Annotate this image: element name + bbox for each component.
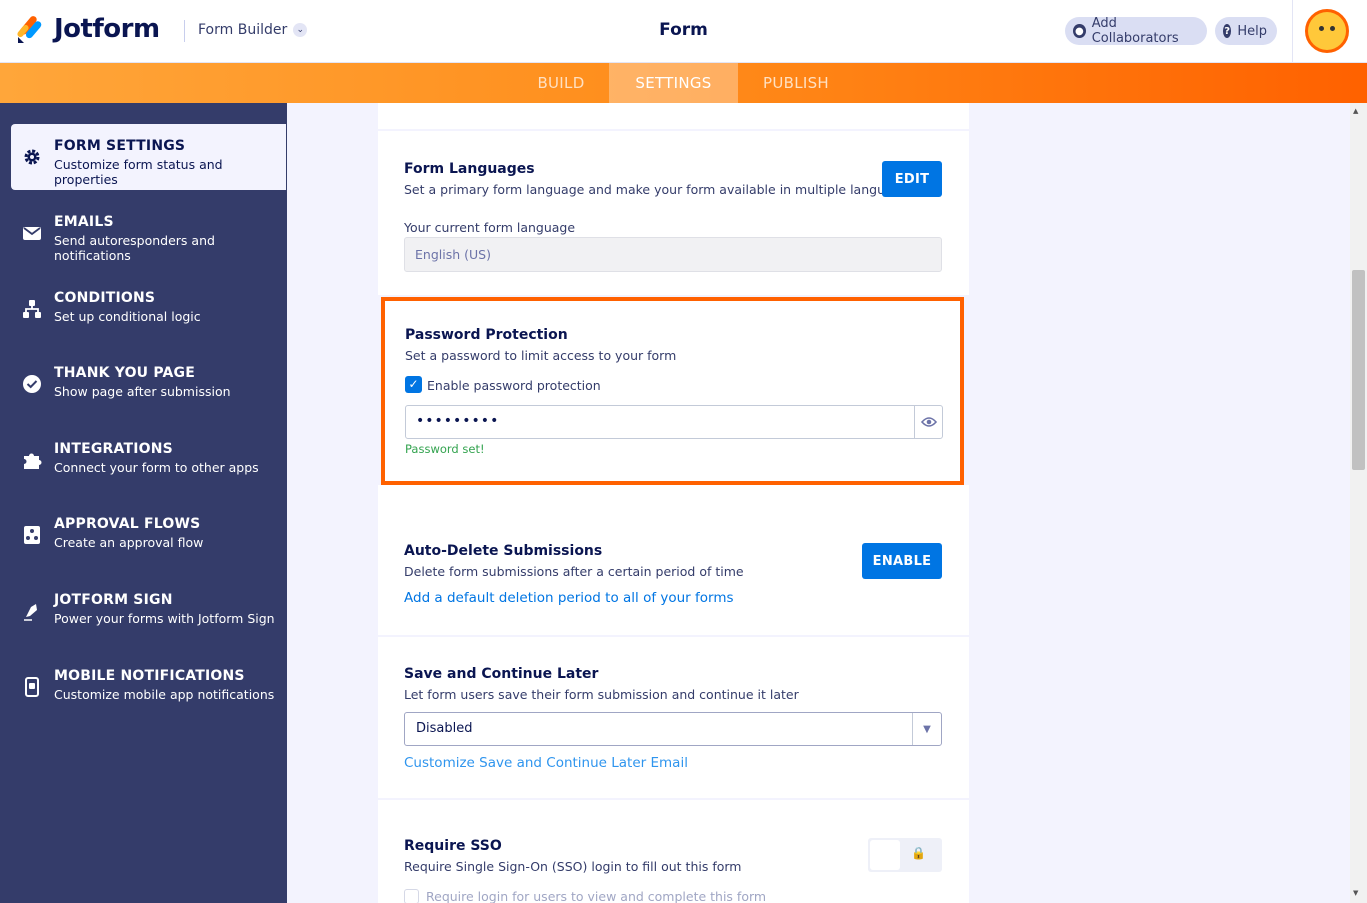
avatar-image (1308, 12, 1346, 50)
save-continue-description: Let form users save their form submissio… (404, 687, 799, 702)
require-sso-description: Require Single Sign-On (SSO) login to fi… (404, 859, 742, 874)
help-button[interactable]: ? Help (1215, 17, 1277, 45)
auto-delete-card: Auto-Delete Submissions Delete form subm… (378, 485, 969, 635)
header-divider-right (1292, 0, 1293, 63)
question-icon: ? (1223, 24, 1232, 38)
hierarchy-icon (22, 299, 42, 319)
require-login-checkbox[interactable] (404, 889, 419, 903)
save-continue-selected: Disabled (416, 721, 473, 736)
card-top (378, 103, 969, 129)
envelope-icon (22, 223, 42, 243)
settings-sidebar: FORM SETTINGS Customize form status and … (0, 103, 287, 903)
tab-settings[interactable]: SETTINGS (609, 63, 738, 103)
sidebar-item-title: CONDITIONS (54, 290, 156, 306)
password-protection-title: Password Protection (405, 327, 568, 343)
sidebar-item-subtitle: Customize mobile app notifications (54, 687, 275, 702)
sidebar-item-title: INTEGRATIONS (54, 441, 173, 457)
require-login-label: Require login for users to view and comp… (426, 889, 767, 903)
avatar[interactable] (1305, 9, 1349, 53)
sidebar-item-title: JOTFORM SIGN (54, 592, 173, 608)
jotform-logo[interactable]: Jotform (16, 14, 160, 44)
default-deletion-link[interactable]: Add a default deletion period to all of … (404, 590, 734, 606)
current-language-field: English (US) (404, 237, 942, 272)
jotform-logo-icon (16, 14, 44, 44)
mobile-icon (22, 677, 42, 697)
password-status: Password set! (405, 442, 485, 456)
sidebar-item-title: APPROVAL FLOWS (54, 516, 201, 532)
sidebar-item-title: MOBILE NOTIFICATIONS (54, 668, 245, 684)
dropdown-arrow-icon: ▼ (912, 713, 941, 745)
add-collaborators-label: Add Collaborators (1091, 16, 1179, 46)
edit-languages-button[interactable]: EDIT (882, 161, 942, 197)
check-circle-icon (22, 374, 42, 394)
pen-icon (22, 601, 42, 621)
form-builder-dropdown[interactable]: Form Builder ⌄ (198, 22, 308, 38)
sidebar-item-subtitle: Set up conditional logic (54, 309, 201, 324)
save-continue-title: Save and Continue Later (404, 666, 599, 682)
sidebar-item-title: FORM SETTINGS (54, 138, 186, 154)
current-language-label: Your current form language (404, 220, 576, 235)
auto-delete-title: Auto-Delete Submissions (404, 543, 603, 559)
sidebar-item-approval-flows[interactable]: APPROVAL FLOWS Create an approval flow (0, 502, 287, 568)
require-sso-card: Require SSO Require Single Sign-On (SSO)… (378, 800, 969, 903)
enable-auto-delete-button[interactable]: ENABLE (862, 543, 942, 579)
header-divider (184, 20, 185, 42)
sidebar-item-title: THANK YOU PAGE (54, 365, 195, 381)
sidebar-item-mobile-notifications[interactable]: MOBILE NOTIFICATIONS Customize mobile ap… (0, 654, 287, 720)
sidebar-item-integrations[interactable]: INTEGRATIONS Connect your form to other … (0, 427, 287, 493)
sidebar-item-subtitle: Customize form status and properties (54, 157, 223, 187)
scroll-down-icon[interactable]: ▼ (1353, 889, 1358, 897)
form-languages-card: Form Languages Set a primary form langua… (378, 131, 969, 295)
customize-save-continue-link[interactable]: Customize Save and Continue Later Email (404, 755, 688, 771)
sidebar-item-emails[interactable]: EMAILS Send autoresponders and notificat… (0, 200, 287, 266)
top-header: Jotform Form Builder ⌄ Form ● Add Collab… (0, 0, 1367, 63)
approval-icon (22, 525, 42, 545)
password-field[interactable]: ••••••••• (405, 405, 943, 439)
auto-delete-description: Delete form submissions after a certain … (404, 564, 744, 579)
enable-password-checkbox[interactable]: ✓ (405, 376, 422, 393)
sidebar-item-subtitle: Connect your form to other apps (54, 460, 259, 475)
help-label: Help (1237, 23, 1267, 39)
form-languages-description: Set a primary form language and make you… (404, 182, 919, 197)
gear-icon (22, 147, 42, 167)
sidebar-item-subtitle: Power your forms with Jotform Sign (54, 611, 275, 626)
chevron-down-icon: ⌄ (293, 23, 308, 37)
sidebar-item-subtitle: Send autoresponders and notifications (54, 233, 215, 263)
sidebar-item-subtitle: Create an approval flow (54, 535, 204, 550)
sidebar-item-conditions[interactable]: CONDITIONS Set up conditional logic (0, 276, 287, 342)
save-continue-select[interactable]: Disabled ▼ (404, 712, 942, 746)
scrollbar-track[interactable] (1350, 103, 1367, 903)
add-collaborators-button[interactable]: ● Add Collaborators (1065, 16, 1207, 46)
sidebar-item-subtitle: Show page after submission (54, 384, 231, 399)
user-icon: ● (1073, 24, 1086, 38)
sidebar-item-thank-you-page[interactable]: THANK YOU PAGE Show page after submissio… (0, 351, 287, 417)
require-sso-title: Require SSO (404, 838, 502, 854)
lock-icon: 🔒 (911, 846, 926, 860)
sidebar-item-title: EMAILS (54, 214, 114, 230)
sidebar-item-form-settings[interactable]: FORM SETTINGS Customize form status and … (11, 124, 286, 190)
tab-publish[interactable]: PUBLISH (745, 63, 847, 103)
sidebar-item-jotform-sign[interactable]: JOTFORM SIGN Power your forms with Jotfo… (0, 578, 287, 644)
password-protection-description: Set a password to limit access to your f… (405, 348, 677, 363)
eye-icon[interactable] (914, 406, 942, 438)
save-continue-card: Save and Continue Later Let form users s… (378, 637, 969, 798)
form-languages-title: Form Languages (404, 161, 535, 177)
scrollbar-thumb[interactable] (1352, 270, 1365, 470)
scroll-up-icon[interactable]: ▲ (1353, 107, 1358, 115)
require-sso-toggle[interactable]: 🔒 (868, 838, 942, 872)
form-builder-label: Form Builder (198, 22, 288, 38)
puzzle-icon (22, 450, 42, 470)
logo-text: Jotform (54, 14, 160, 44)
settings-content: Form Languages Set a primary form langua… (378, 103, 969, 903)
enable-password-label: Enable password protection (427, 378, 601, 393)
builder-nav: BUILD SETTINGS PUBLISH (0, 63, 1367, 103)
form-title[interactable]: Form (659, 20, 708, 40)
password-protection-card: Password Protection Set a password to li… (381, 297, 964, 485)
toggle-knob (870, 840, 900, 870)
password-value: ••••••••• (416, 413, 500, 429)
tab-build[interactable]: BUILD (520, 63, 602, 103)
